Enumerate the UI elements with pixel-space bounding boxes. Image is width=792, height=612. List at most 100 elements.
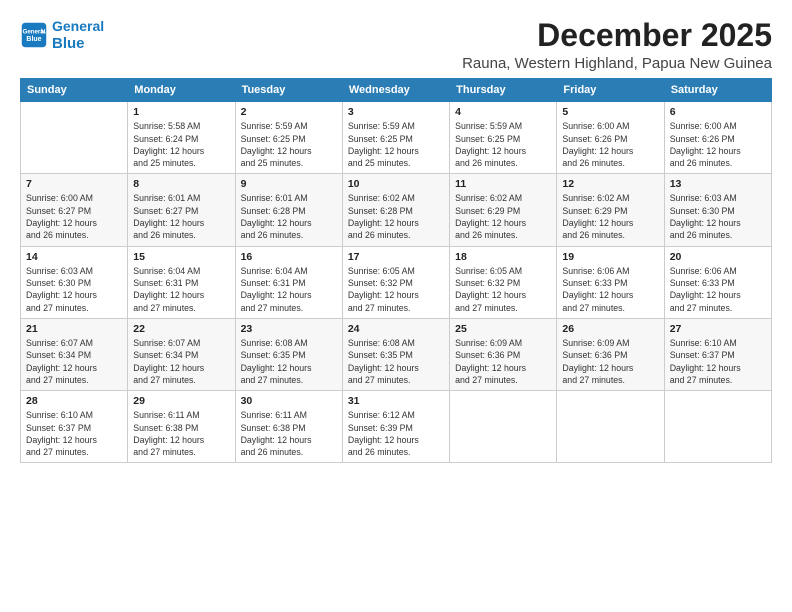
day-number: 14 bbox=[26, 251, 122, 263]
table-row: 23 Sunrise: 6:08 AM Sunset: 6:35 PM Dayli… bbox=[235, 318, 342, 390]
day-number: 1 bbox=[133, 106, 229, 118]
day-number: 30 bbox=[241, 395, 337, 407]
day-number: 8 bbox=[133, 178, 229, 190]
logo: General Blue General Blue bbox=[20, 18, 104, 53]
table-row: 18Sunrise: 6:05 AM Sunset: 6:32 PM Dayli… bbox=[450, 246, 557, 318]
table-row: 4 Sunrise: 5:59 AM Sunset: 6:25 PM Daylig… bbox=[450, 102, 557, 174]
table-row: 17 Sunrise: 6:05 AM Sunset: 6:32 PM Dayli… bbox=[342, 246, 449, 318]
day-info: Sunrise: 6:00 AM Sunset: 6:26 PM Dayligh… bbox=[562, 120, 658, 169]
table-row bbox=[664, 391, 771, 463]
day-info: Sunrise: 5:59 AM Sunset: 6:25 PM Dayligh… bbox=[455, 120, 551, 169]
day-number: 26 bbox=[562, 323, 658, 335]
calendar-header-row: Sunday Monday Tuesday Wednesday Thursday… bbox=[21, 79, 772, 102]
day-info: Sunrise: 6:00 AM Sunset: 6:27 PM Dayligh… bbox=[26, 192, 122, 241]
table-row: 29 Sunrise: 6:11 AM Sunset: 6:38 PM Dayli… bbox=[128, 391, 235, 463]
day-info: Sunrise: 6:11 AM Sunset: 6:38 PM Dayligh… bbox=[133, 409, 229, 458]
table-row bbox=[21, 102, 128, 174]
table-row: 15 Sunrise: 6:04 AM Sunset: 6:31 PM Dayli… bbox=[128, 246, 235, 318]
logo-text: General Blue bbox=[52, 18, 104, 53]
day-number: 13 bbox=[670, 178, 766, 190]
table-row: 22 Sunrise: 6:07 AM Sunset: 6:34 PM Dayli… bbox=[128, 318, 235, 390]
day-number: 7 bbox=[26, 178, 122, 190]
table-row: 14 Sunrise: 6:03 AM Sunset: 6:30 PM Dayli… bbox=[21, 246, 128, 318]
day-info: Sunrise: 6:03 AM Sunset: 6:30 PM Dayligh… bbox=[26, 265, 122, 314]
table-row: 10 Sunrise: 6:02 AM Sunset: 6:28 PM Dayli… bbox=[342, 174, 449, 246]
day-number: 27 bbox=[670, 323, 766, 335]
table-row: 9 Sunrise: 6:01 AM Sunset: 6:28 PM Daylig… bbox=[235, 174, 342, 246]
table-row: 12Sunrise: 6:02 AM Sunset: 6:29 PM Dayli… bbox=[557, 174, 664, 246]
day-info: Sunrise: 6:10 AM Sunset: 6:37 PM Dayligh… bbox=[670, 337, 766, 386]
header-tuesday: Tuesday bbox=[235, 79, 342, 102]
day-number: 16 bbox=[241, 251, 337, 263]
day-info: Sunrise: 6:11 AM Sunset: 6:38 PM Dayligh… bbox=[241, 409, 337, 458]
day-info: Sunrise: 6:05 AM Sunset: 6:32 PM Dayligh… bbox=[348, 265, 444, 314]
day-info: Sunrise: 6:03 AM Sunset: 6:30 PM Dayligh… bbox=[670, 192, 766, 241]
table-row: 16Sunrise: 6:04 AM Sunset: 6:31 PM Dayli… bbox=[235, 246, 342, 318]
day-info: Sunrise: 6:06 AM Sunset: 6:33 PM Dayligh… bbox=[562, 265, 658, 314]
logo-general: General bbox=[52, 18, 104, 34]
day-info: Sunrise: 6:00 AM Sunset: 6:26 PM Dayligh… bbox=[670, 120, 766, 169]
calendar-week-3: 14 Sunrise: 6:03 AM Sunset: 6:30 PM Dayli… bbox=[21, 246, 772, 318]
day-info: Sunrise: 6:07 AM Sunset: 6:34 PM Dayligh… bbox=[133, 337, 229, 386]
day-number: 5 bbox=[562, 106, 658, 118]
calendar-week-5: 28 Sunrise: 6:10 AM Sunset: 6:37 PM Dayli… bbox=[21, 391, 772, 463]
table-row: 1Sunrise: 5:58 AM Sunset: 6:24 PM Daylig… bbox=[128, 102, 235, 174]
svg-text:Blue: Blue bbox=[26, 37, 41, 44]
day-number: 15 bbox=[133, 251, 229, 263]
table-row: 2 Sunrise: 5:59 AM Sunset: 6:25 PM Daylig… bbox=[235, 102, 342, 174]
day-info: Sunrise: 6:02 AM Sunset: 6:29 PM Dayligh… bbox=[562, 192, 658, 241]
title-block: December 2025 Rauna, Western Highland, P… bbox=[462, 18, 772, 72]
day-number: 23 bbox=[241, 323, 337, 335]
table-row: 26Sunrise: 6:09 AM Sunset: 6:36 PM Dayli… bbox=[557, 318, 664, 390]
day-number: 3 bbox=[348, 106, 444, 118]
day-info: Sunrise: 5:59 AM Sunset: 6:25 PM Dayligh… bbox=[241, 120, 337, 169]
calendar-table: Sunday Monday Tuesday Wednesday Thursday… bbox=[20, 78, 772, 463]
day-number: 21 bbox=[26, 323, 122, 335]
day-info: Sunrise: 6:01 AM Sunset: 6:28 PM Dayligh… bbox=[241, 192, 337, 241]
day-number: 28 bbox=[26, 395, 122, 407]
day-number: 9 bbox=[241, 178, 337, 190]
day-number: 19 bbox=[562, 251, 658, 263]
day-info: Sunrise: 6:08 AM Sunset: 6:35 PM Dayligh… bbox=[348, 337, 444, 386]
day-number: 11 bbox=[455, 178, 551, 190]
day-number: 24 bbox=[348, 323, 444, 335]
header-friday: Friday bbox=[557, 79, 664, 102]
day-number: 25 bbox=[455, 323, 551, 335]
table-row: 5 Sunrise: 6:00 AM Sunset: 6:26 PM Daylig… bbox=[557, 102, 664, 174]
day-number: 29 bbox=[133, 395, 229, 407]
day-info: Sunrise: 6:01 AM Sunset: 6:27 PM Dayligh… bbox=[133, 192, 229, 241]
table-row: 11 Sunrise: 6:02 AM Sunset: 6:29 PM Dayli… bbox=[450, 174, 557, 246]
page: General Blue General Blue December 2025 … bbox=[0, 0, 792, 612]
day-info: Sunrise: 5:59 AM Sunset: 6:25 PM Dayligh… bbox=[348, 120, 444, 169]
day-number: 6 bbox=[670, 106, 766, 118]
table-row: 13 Sunrise: 6:03 AM Sunset: 6:30 PM Dayli… bbox=[664, 174, 771, 246]
day-info: Sunrise: 6:02 AM Sunset: 6:28 PM Dayligh… bbox=[348, 192, 444, 241]
table-row: 21 Sunrise: 6:07 AM Sunset: 6:34 PM Dayli… bbox=[21, 318, 128, 390]
day-number: 4 bbox=[455, 106, 551, 118]
day-number: 2 bbox=[241, 106, 337, 118]
day-info: Sunrise: 6:05 AM Sunset: 6:32 PM Dayligh… bbox=[455, 265, 551, 314]
day-info: Sunrise: 6:07 AM Sunset: 6:34 PM Dayligh… bbox=[26, 337, 122, 386]
header-sunday: Sunday bbox=[21, 79, 128, 102]
header-wednesday: Wednesday bbox=[342, 79, 449, 102]
day-number: 22 bbox=[133, 323, 229, 335]
day-info: Sunrise: 6:04 AM Sunset: 6:31 PM Dayligh… bbox=[133, 265, 229, 314]
day-number: 20 bbox=[670, 251, 766, 263]
logo-blue: Blue bbox=[52, 35, 85, 52]
day-info: Sunrise: 6:09 AM Sunset: 6:36 PM Dayligh… bbox=[455, 337, 551, 386]
table-row bbox=[557, 391, 664, 463]
day-info: Sunrise: 6:08 AM Sunset: 6:35 PM Dayligh… bbox=[241, 337, 337, 386]
day-info: Sunrise: 6:02 AM Sunset: 6:29 PM Dayligh… bbox=[455, 192, 551, 241]
header-thursday: Thursday bbox=[450, 79, 557, 102]
table-row: 6 Sunrise: 6:00 AM Sunset: 6:26 PM Daylig… bbox=[664, 102, 771, 174]
day-number: 10 bbox=[348, 178, 444, 190]
table-row: 19 Sunrise: 6:06 AM Sunset: 6:33 PM Dayli… bbox=[557, 246, 664, 318]
table-row: 30 Sunrise: 6:11 AM Sunset: 6:38 PM Dayli… bbox=[235, 391, 342, 463]
day-number: 17 bbox=[348, 251, 444, 263]
location-title: Rauna, Western Highland, Papua New Guine… bbox=[462, 55, 772, 72]
month-title: December 2025 bbox=[462, 18, 772, 53]
day-info: Sunrise: 6:10 AM Sunset: 6:37 PM Dayligh… bbox=[26, 409, 122, 458]
day-number: 31 bbox=[348, 395, 444, 407]
table-row: 31Sunrise: 6:12 AM Sunset: 6:39 PM Dayli… bbox=[342, 391, 449, 463]
table-row bbox=[450, 391, 557, 463]
